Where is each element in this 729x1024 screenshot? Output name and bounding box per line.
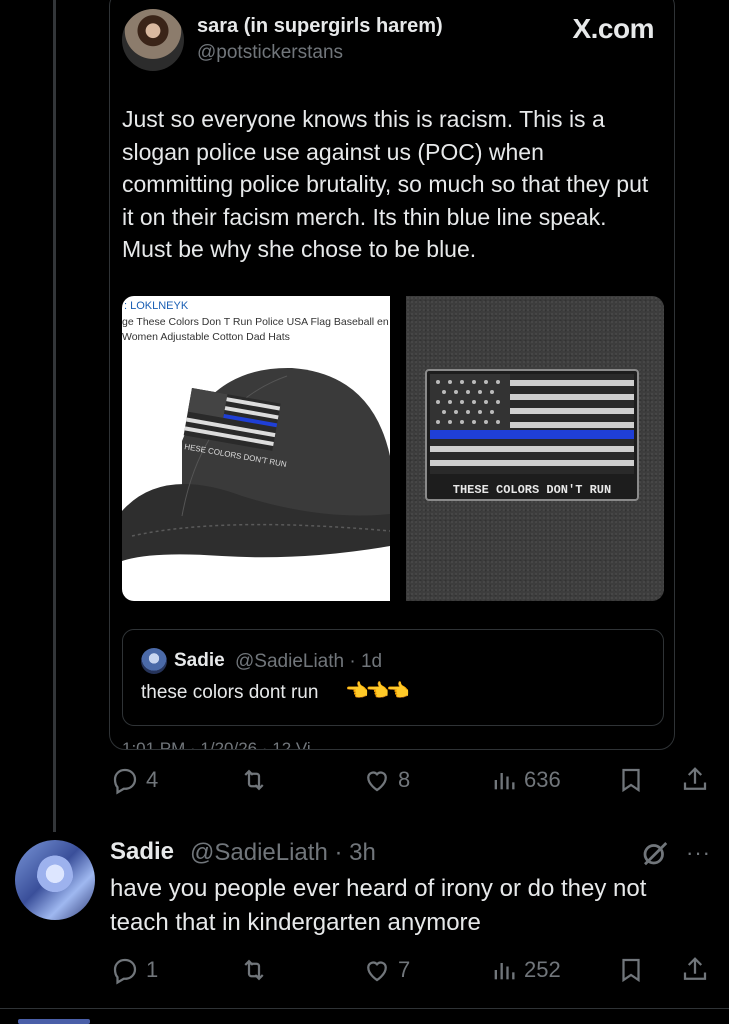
quoted-tweet[interactable]: Sadie @SadieLiath · 1d these colors dont… — [122, 629, 664, 726]
card-media-grid[interactable]: : LOKLNEYK ge These Colors Don T Run Pol… — [122, 296, 664, 601]
reply-views-button[interactable]: 252 — [490, 950, 561, 990]
card-timestamp-meta: 1:01 PM · 1/20/26 · 12 Vi — [122, 739, 311, 750]
store-product-title: ge These Colors Don T Run Police USA Fla… — [122, 316, 389, 343]
post-divider — [0, 1008, 729, 1009]
bookmark-icon — [622, 958, 640, 983]
views-chart-icon — [494, 773, 515, 790]
views-button[interactable]: 636 — [490, 760, 561, 800]
next-post-peek — [18, 1019, 90, 1024]
thread-connector-line — [53, 0, 56, 832]
repost-icon — [244, 769, 264, 791]
reply-count: 4 — [146, 767, 159, 792]
share-icon — [683, 767, 707, 790]
pointing-left-emoji: 👈👈👈 — [345, 681, 410, 702]
reply-share-button[interactable] — [680, 950, 710, 990]
quoted-tweet-name: Sadie — [174, 650, 225, 671]
like-button[interactable]: 8 — [362, 760, 410, 800]
store-brand-text: : LOKLNEYK — [124, 300, 189, 312]
share-button[interactable] — [680, 760, 710, 800]
reply-author-avatar[interactable] — [15, 840, 95, 920]
views-count: 636 — [524, 767, 561, 792]
post-action-bar: 4 8 636 — [0, 760, 729, 800]
reply-bookmark-button[interactable] — [616, 950, 646, 990]
reply-like-count: 7 — [398, 957, 411, 982]
baseball-cap-illustration: HESE COLORS DON'T RUN — [122, 367, 390, 561]
reply-author-name[interactable]: Sadie — [110, 838, 174, 866]
bookmark-icon — [622, 768, 640, 793]
reply-views-count: 252 — [524, 957, 561, 982]
card-author-handle: @potstickerstans — [197, 42, 344, 63]
reply-reply-button[interactable]: 1 — [110, 950, 158, 990]
like-count: 8 — [398, 767, 411, 792]
heart-icon — [367, 961, 387, 982]
more-options-icon[interactable]: ··· — [686, 840, 711, 866]
reply-reply-count: 1 — [146, 957, 159, 982]
reply-icon — [113, 958, 137, 985]
reply-repost-button[interactable] — [238, 950, 276, 990]
patch-caption-text: THESE COLORS DON'T RUN — [453, 483, 611, 497]
thin-blue-line-flag-patch: THESE COLORS DON'T RUN — [425, 369, 639, 501]
bookmark-button[interactable] — [616, 760, 646, 800]
grok-icon[interactable] — [640, 838, 670, 868]
reply-text: have you people ever heard of irony or d… — [110, 875, 647, 936]
share-icon — [683, 957, 707, 980]
quoted-tweet-avatar — [141, 648, 167, 674]
quoted-screenshot-card[interactable]: sara (in supergirls harem) @potstickerst… — [109, 0, 675, 750]
hat-product-image[interactable]: : LOKLNEYK ge These Colors Don T Run Pol… — [122, 296, 390, 601]
card-post-text: Just so everyone knows this is racism. T… — [122, 106, 649, 262]
reply-action-bar: 1 7 252 — [0, 950, 729, 990]
flag-patch-image[interactable]: THESE COLORS DON'T RUN — [406, 296, 664, 601]
heart-icon — [367, 771, 387, 792]
reply-like-button[interactable]: 7 — [362, 950, 410, 990]
card-author-name: sara (in supergirls harem) — [197, 15, 443, 37]
repost-button[interactable] — [238, 760, 276, 800]
reply-author-handle[interactable]: @SadieLiath · 3h — [190, 839, 376, 867]
repost-icon — [244, 959, 264, 981]
media-gap — [390, 296, 406, 601]
views-chart-icon — [494, 963, 515, 980]
quoted-tweet-text: these colors dont run — [141, 682, 319, 703]
quoted-tweet-handle: @SadieLiath · 1d — [235, 651, 383, 672]
reply-icon — [113, 768, 137, 795]
card-brand-label: X.com — [572, 13, 654, 44]
reply-button[interactable]: 4 — [110, 760, 158, 800]
card-author-avatar — [122, 9, 184, 71]
